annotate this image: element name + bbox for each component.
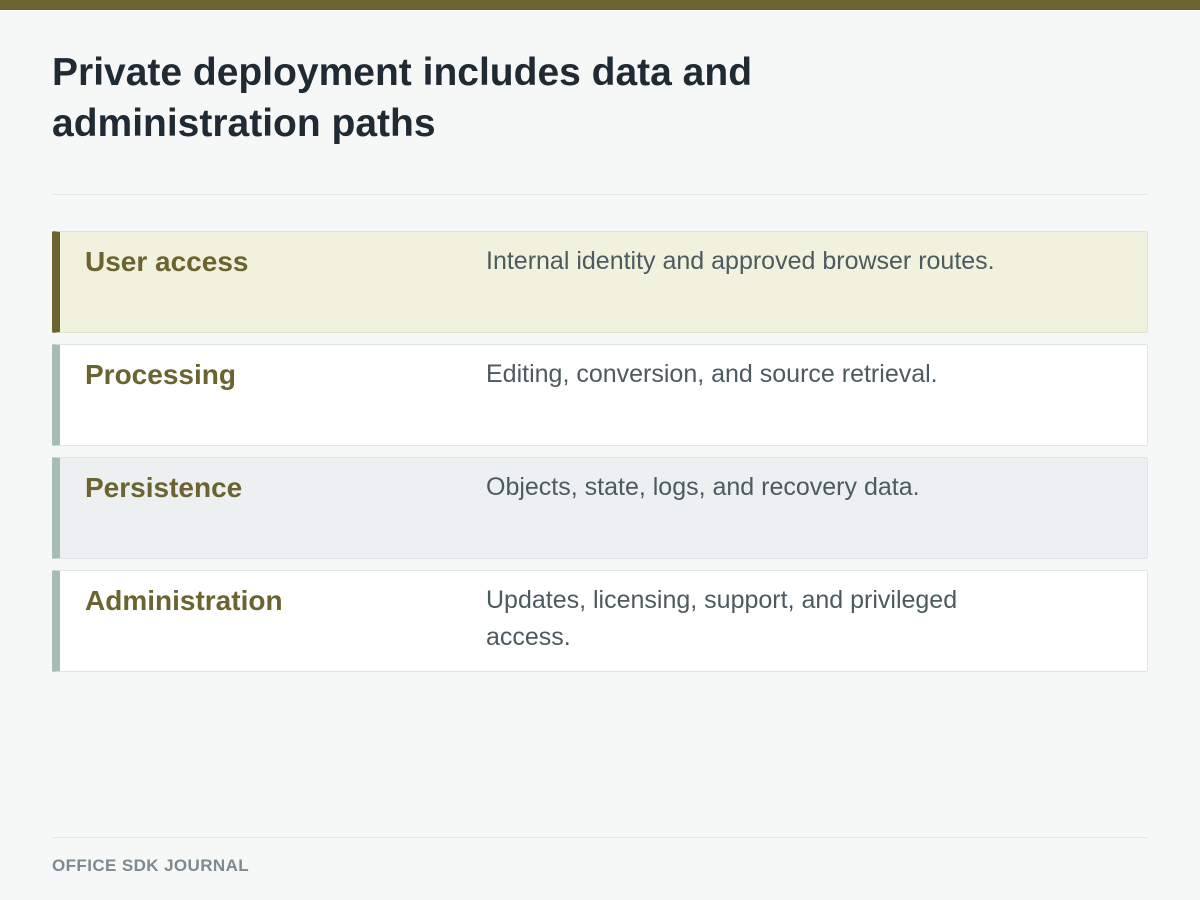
- row-description: Editing, conversion, and source retrieva…: [486, 360, 938, 388]
- title-divider: [52, 194, 1148, 195]
- row-description: Updates, licensing, support, and privile…: [486, 586, 958, 651]
- row-label: Processing: [85, 359, 236, 390]
- row-label: User access: [85, 246, 249, 277]
- deployment-paths-list: User access Internal identity and approv…: [52, 231, 1148, 683]
- slide-page: Private deployment includes data and adm…: [0, 0, 1200, 900]
- top-accent-bar: [0, 0, 1200, 10]
- footer-divider: [52, 837, 1148, 838]
- list-item-persistence: Persistence Objects, state, logs, and re…: [52, 457, 1148, 559]
- row-description: Internal identity and approved browser r…: [486, 247, 995, 275]
- list-item-processing: Processing Editing, conversion, and sour…: [52, 344, 1148, 446]
- row-description: Objects, state, logs, and recovery data.: [486, 473, 920, 501]
- footer-brand: OFFICE SDK JOURNAL: [52, 856, 250, 875]
- page-title: Private deployment includes data and adm…: [52, 51, 753, 145]
- list-item-user-access: User access Internal identity and approv…: [52, 231, 1148, 333]
- row-label: Persistence: [85, 472, 243, 503]
- row-label: Administration: [85, 585, 283, 616]
- list-item-administration: Administration Updates, licensing, suppo…: [52, 570, 1148, 672]
